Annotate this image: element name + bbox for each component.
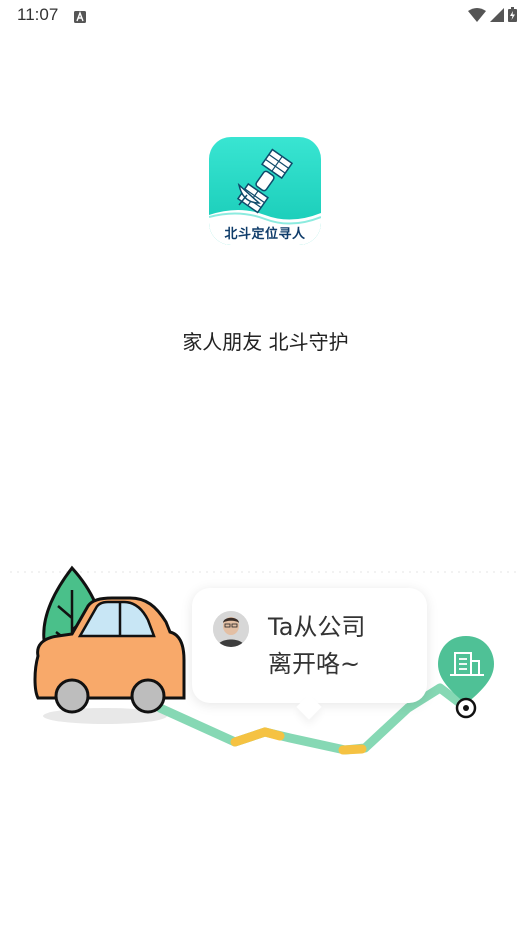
app-logo: 北斗定位寻人 — [209, 137, 321, 245]
message-line-1: Ta从公司 — [268, 613, 366, 641]
destination-dot-icon — [455, 697, 477, 719]
avatar — [213, 611, 249, 647]
battery-icon — [508, 7, 517, 26]
wifi-icon — [468, 7, 486, 26]
slogan: 家人朋友 北斗守护 — [182, 330, 349, 354]
status-bar: 11:07 — [0, 0, 531, 30]
text-a-icon — [74, 8, 86, 27]
status-icons — [468, 7, 517, 26]
signal-icon — [490, 7, 504, 26]
status-time: 11:07 — [17, 5, 59, 24]
app-logo-label: 北斗定位寻人 — [224, 227, 306, 242]
message-line-2: 离开咯~ — [268, 650, 361, 678]
message-text: Ta从公司 离开咯~ — [268, 609, 418, 683]
